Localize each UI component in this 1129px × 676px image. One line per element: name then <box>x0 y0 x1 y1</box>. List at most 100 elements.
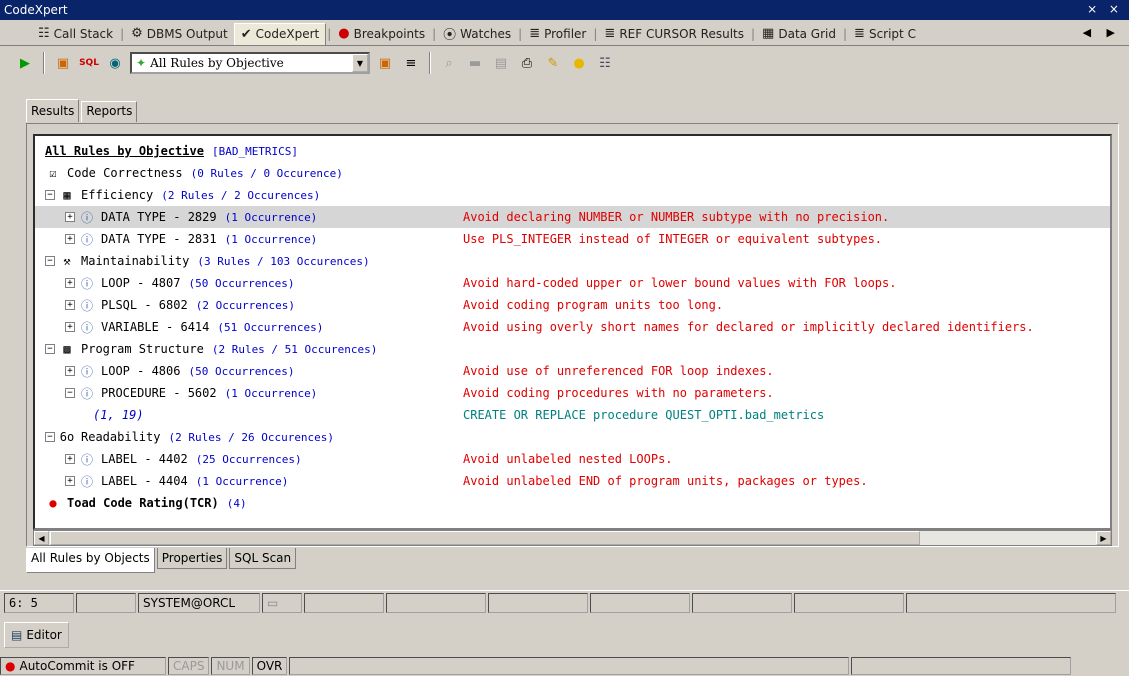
expand-icon[interactable]: + <box>65 278 75 288</box>
collapse-icon[interactable]: − <box>45 344 55 354</box>
breakpoint-icon: ● <box>338 26 350 41</box>
tree-row[interactable]: + ⓘ PLSQL - 6802 (2 Occurrences) Avoid codin… <box>35 294 1110 316</box>
rules-tree[interactable]: All Rules by Objective [BAD_METRICS] ☑ Code… <box>33 134 1112 530</box>
expand-icon[interactable]: + <box>65 366 75 376</box>
occurrence-count: (50 Occurrences) <box>188 276 295 290</box>
tree-row[interactable]: − ⓘ PROCEDURE - 5602 (1 Occurrence) Avoid co… <box>35 382 1110 404</box>
search-icon[interactable]: ⌕ <box>438 52 460 74</box>
tab-breakpoints[interactable]: ● Breakpoints <box>332 23 431 45</box>
info-icon: ⓘ <box>80 320 93 335</box>
rule-description: Avoid coding program units too long. <box>463 298 724 312</box>
tree-row[interactable]: (1, 19) CREATE OR REPLACE procedure QUEST… <box>35 404 1110 426</box>
status-cell <box>906 592 1116 613</box>
dbms-output-icon: ⚙ <box>131 26 143 41</box>
window-controls[interactable]: ⨯ × <box>1087 2 1123 16</box>
bulb-icon[interactable]: ● <box>568 52 590 74</box>
status-cell <box>289 657 850 675</box>
sort-icon[interactable]: ≡ <box>400 52 422 74</box>
status-cell <box>692 592 792 613</box>
rules-icon[interactable]: ▣ <box>52 52 74 74</box>
tab-data-grid[interactable]: ▦ Data Grid <box>756 23 842 45</box>
tree-row[interactable]: + ⓘ LOOP - 4807 (50 Occurrences) Avoid hard-… <box>35 272 1110 294</box>
collapse-icon[interactable]: − <box>45 432 55 442</box>
expand-icon[interactable]: + <box>65 322 75 332</box>
tree-row[interactable]: ☑ Code Correctness (0 Rules / 0 Occurence) <box>35 162 1110 184</box>
status-cell <box>851 657 1072 675</box>
cursor-position: 6: 5 <box>4 592 74 613</box>
tree-row[interactable]: − ▦ Efficiency (2 Rules / 2 Occurences) <box>35 184 1110 206</box>
rating-icon: ● <box>49 496 57 510</box>
status-bar: 6: 5 SYSTEM@ORCL ▭ <box>0 590 1129 614</box>
edit-rules-icon[interactable]: ▣ <box>374 52 396 74</box>
rule-set-select[interactable]: ✦ All Rules by Objective ▼ <box>130 52 370 74</box>
autocommit-status[interactable]: ● AutoCommit is OFF <box>0 657 166 675</box>
num-indicator: NUM <box>211 657 250 675</box>
scroll-left-icon[interactable]: ◀ <box>34 531 49 545</box>
expand-icon[interactable]: + <box>65 300 75 310</box>
tab-properties[interactable]: Properties <box>156 548 228 569</box>
scroll-thumb[interactable] <box>50 531 920 545</box>
tab-script[interactable]: ≣ Script C <box>848 23 922 45</box>
window-titlebar: CodeXpert ⨯ × <box>0 0 1129 20</box>
occurrence-count: (0 Rules / 0 Occurence) <box>190 166 343 180</box>
horizontal-scrollbar[interactable]: ◀ ▶ <box>33 530 1112 546</box>
source-location-link[interactable]: (1, 19) <box>93 408 144 422</box>
category-icon: 6o <box>59 430 75 444</box>
tab-call-stack[interactable]: ☷ Call Stack <box>32 23 119 45</box>
data-grid-icon: ▦ <box>762 26 775 41</box>
tab-profiler[interactable]: ≣ Profiler <box>523 23 592 45</box>
expand-icon[interactable]: + <box>65 454 75 464</box>
tab-dbms-output[interactable]: ⚙ DBMS Output <box>125 23 234 45</box>
tab-label: Watches <box>460 26 512 41</box>
script-icon: ≣ <box>854 26 865 41</box>
database-icon[interactable]: ◉ <box>104 52 126 74</box>
tab-label: Profiler <box>544 26 587 41</box>
list-icon[interactable]: ☷ <box>594 52 616 74</box>
tab-ref-cursor-results[interactable]: ≣ REF CURSOR Results <box>598 23 750 45</box>
rule-description: Avoid hard-coded upper or lower bound va… <box>463 276 897 290</box>
highlight-icon[interactable]: ✎ <box>542 52 564 74</box>
tree-row[interactable]: + ⓘ LOOP - 4806 (50 Occurrences) Avoid use o… <box>35 360 1110 382</box>
tree-row[interactable]: + ⓘ DATA TYPE - 2829 (1 Occurrence) Avoid de… <box>35 206 1110 228</box>
tree-node-label: Readability <box>81 430 161 444</box>
tab-all-rules-by-objects[interactable]: All Rules by Objects <box>26 548 155 573</box>
tab-scroll-arrows[interactable]: ◀ ▶ <box>1083 26 1121 39</box>
tree-row[interactable]: + ⓘ LABEL - 4404 (1 Occurrence) Avoid unlabe… <box>35 470 1110 492</box>
print-preview-icon[interactable]: ▤ <box>490 52 512 74</box>
sql-icon[interactable]: SQL <box>78 52 100 74</box>
codexpert-icon: ✔ <box>240 26 252 42</box>
expand-icon[interactable]: + <box>65 476 75 486</box>
autocommit-icon: ● <box>5 659 16 673</box>
scroll-right-icon[interactable]: ▶ <box>1096 531 1111 545</box>
tab-results[interactable]: Results <box>26 99 80 122</box>
editor-button[interactable]: ▤ Editor <box>4 622 69 648</box>
toolbar-separator <box>429 52 431 74</box>
tree-row[interactable]: −6o Readability (2 Rules / 26 Occurences) <box>35 426 1110 448</box>
tree-row[interactable]: + ⓘ VARIABLE - 6414 (51 Occurrences) Avoid u… <box>35 316 1110 338</box>
print-icon[interactable]: ⎙ <box>516 52 538 74</box>
collapse-icon[interactable]: − <box>45 190 55 200</box>
expand-icon[interactable]: + <box>65 234 75 244</box>
tab-label: Data Grid <box>778 26 836 41</box>
tree-row[interactable]: ● Toad Code Rating(TCR) (4) <box>35 492 1110 514</box>
collapse-icon[interactable]: − <box>65 388 75 398</box>
chevron-down-icon[interactable]: ▼ <box>352 54 368 72</box>
collapse-icon[interactable]: − <box>45 256 55 266</box>
tree-row[interactable]: All Rules by Objective [BAD_METRICS] <box>35 140 1110 162</box>
tree-node-label: DATA TYPE - 2829 <box>101 210 217 224</box>
category-icon: ▦ <box>63 188 71 202</box>
tree-row[interactable]: − ▩ Program Structure (2 Rules / 51 Occuren… <box>35 338 1110 360</box>
call-stack-icon: ☷ <box>38 26 50 41</box>
save-icon[interactable]: ▬ <box>464 52 486 74</box>
expand-icon[interactable]: + <box>65 212 75 222</box>
tree-row[interactable]: − ⚒ Maintainability (3 Rules / 103 Occurenc… <box>35 250 1110 272</box>
tab-sql-scan[interactable]: SQL Scan <box>229 548 297 569</box>
tree-node-label: Code Correctness <box>67 166 183 180</box>
tab-watches[interactable]: ⦿ Watches <box>437 23 517 45</box>
tree-row[interactable]: + ⓘ DATA TYPE - 2831 (1 Occurrence) Use PLS_… <box>35 228 1110 250</box>
tab-codexpert[interactable]: ✔ CodeXpert <box>233 22 327 45</box>
run-icon[interactable]: ▶ <box>14 52 36 74</box>
status-cell <box>304 592 384 613</box>
tab-reports[interactable]: Reports <box>81 101 138 122</box>
tree-row[interactable]: + ⓘ LABEL - 4402 (25 Occurrences) Avoid unla… <box>35 448 1110 470</box>
